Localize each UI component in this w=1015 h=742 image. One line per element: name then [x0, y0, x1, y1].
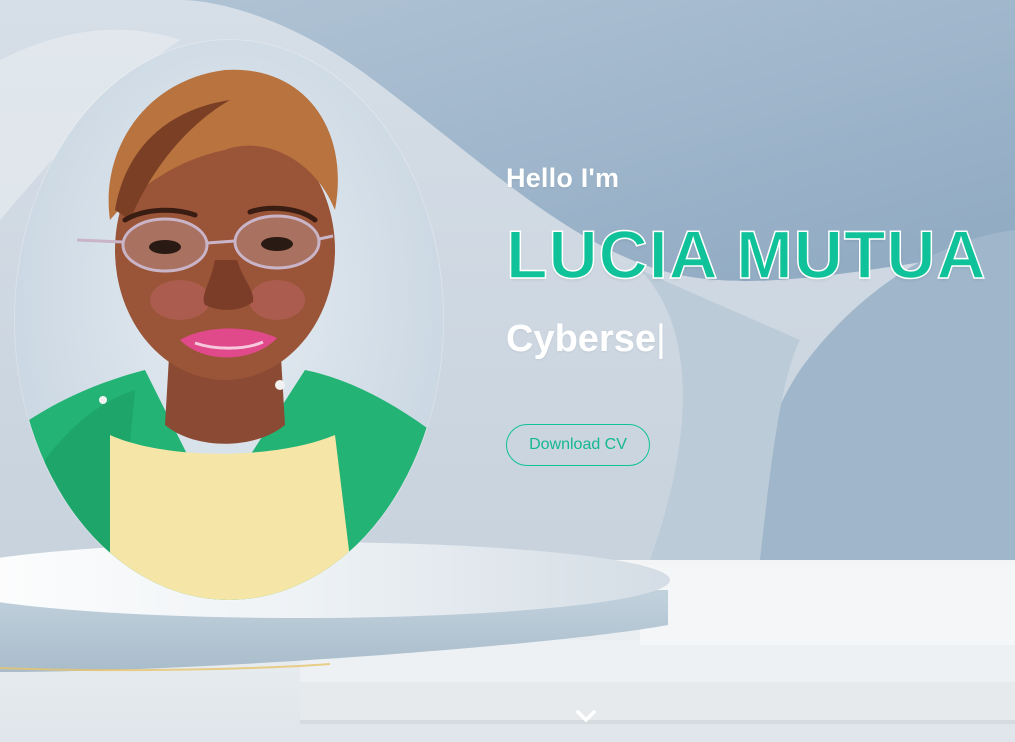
greeting-text: Hello I'm [506, 163, 620, 193]
scroll-down-button[interactable] [574, 704, 598, 728]
typed-role: Cyberse| [506, 318, 666, 361]
typed-role-text: Cyberse [506, 318, 656, 360]
hero-section: Hello I'm LUCIA MUTUA Cyberse| Download … [0, 0, 1015, 742]
profile-photo [15, 40, 443, 600]
portrait-illustration [15, 69, 443, 600]
download-cv-button[interactable]: Download CV [506, 424, 650, 466]
person-name: LUCIA MUTUA [505, 216, 987, 294]
chevron-down-icon [576, 710, 596, 722]
typing-cursor: | [655, 318, 666, 360]
